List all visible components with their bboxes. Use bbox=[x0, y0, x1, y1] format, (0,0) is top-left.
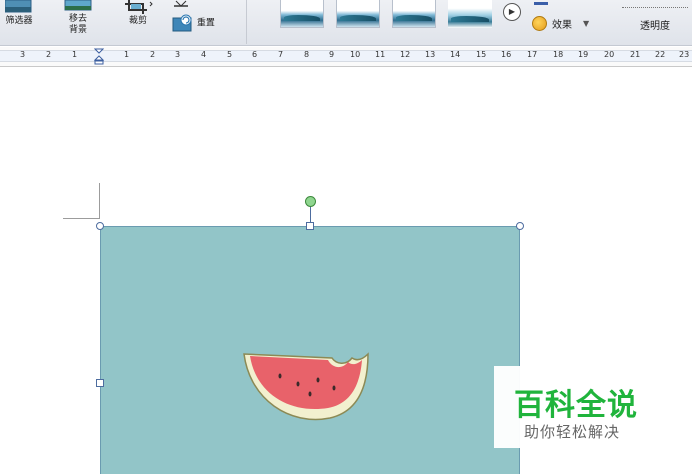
ruler-number: 16 bbox=[501, 50, 512, 59]
filters-label: 筛选器 bbox=[5, 16, 33, 26]
resize-handle-left[interactable] bbox=[96, 379, 104, 387]
ruler-number: 17 bbox=[527, 50, 538, 59]
ruler-number: 19 bbox=[578, 50, 589, 59]
resize-handle-top-right[interactable] bbox=[516, 222, 524, 230]
ruler-number: 2 bbox=[150, 50, 156, 59]
watermelon-icon bbox=[243, 352, 369, 421]
compress-button[interactable] bbox=[172, 0, 228, 12]
crop-icon bbox=[125, 0, 153, 14]
ruler-number: 23 bbox=[679, 50, 690, 59]
ruler-number: 1 bbox=[124, 50, 130, 59]
ribbon-separator bbox=[246, 0, 247, 44]
ruler-number: 9 bbox=[329, 50, 335, 59]
ruler-number: 3 bbox=[20, 50, 26, 59]
picture-style-thumb bbox=[340, 15, 376, 21]
watermark-subtitle: 助你轻松解决 bbox=[524, 423, 621, 441]
page-margin-mark bbox=[63, 218, 100, 219]
reset-picture-button[interactable]: 重置 bbox=[172, 14, 232, 32]
ruler-number: 15 bbox=[476, 50, 487, 59]
resize-handle-top-left[interactable] bbox=[96, 222, 104, 230]
ruler-number: 1 bbox=[72, 50, 78, 59]
ruler-number: 14 bbox=[450, 50, 461, 59]
remove-background-label-1: 移去 bbox=[68, 14, 87, 24]
picture-style-thumb bbox=[396, 15, 432, 21]
ruler-number: 3 bbox=[175, 50, 181, 59]
styles-gallery-next-button[interactable]: ▶ bbox=[503, 3, 521, 21]
transparency-slider[interactable] bbox=[622, 4, 688, 8]
picture-style-4[interactable] bbox=[448, 0, 492, 28]
rotation-handle[interactable] bbox=[305, 196, 316, 207]
ruler-number: 2 bbox=[46, 50, 52, 59]
picture-style-1[interactable] bbox=[280, 0, 324, 28]
ruler-number: 4 bbox=[201, 50, 207, 59]
ruler-number: 7 bbox=[278, 50, 284, 59]
watermark-title: 百科全说 bbox=[514, 388, 638, 423]
remove-background-button[interactable]: 移去 背景 bbox=[58, 0, 98, 36]
reset-picture-icon bbox=[172, 14, 192, 32]
ruler-number: 5 bbox=[227, 50, 233, 59]
effects-icon bbox=[532, 16, 547, 31]
ruler-number: 20 bbox=[604, 50, 615, 59]
picture-format-ribbon: 筛选器 移去 背景 裁剪 重置 ▶ 效果 ▼ 透明度 bbox=[0, 0, 692, 46]
page-margin-mark bbox=[99, 183, 100, 219]
crop-label: 裁剪 bbox=[128, 16, 147, 26]
play-arrow-icon: ▶ bbox=[508, 7, 516, 16]
indent-marker-icon[interactable] bbox=[94, 48, 104, 65]
picture-style-thumb bbox=[284, 15, 320, 21]
resize-handle-top[interactable] bbox=[306, 222, 314, 230]
ruler-number: 22 bbox=[655, 50, 666, 59]
picture-style-3[interactable] bbox=[392, 0, 436, 28]
picture-border-icon[interactable] bbox=[534, 2, 548, 5]
picture-style-2[interactable] bbox=[336, 0, 380, 28]
ruler-number: 12 bbox=[400, 50, 411, 59]
crop-button[interactable]: 裁剪 bbox=[116, 0, 160, 27]
remove-background-label-2: 背景 bbox=[68, 25, 87, 35]
effects-label: 效果 bbox=[552, 20, 572, 31]
ruler-number: 6 bbox=[252, 50, 258, 59]
effects-button[interactable]: 效果 ▼ bbox=[532, 16, 589, 31]
reset-picture-label: 重置 bbox=[196, 18, 215, 29]
transparency-label: 透明度 bbox=[640, 21, 670, 32]
filters-button[interactable]: 筛选器 bbox=[0, 0, 38, 27]
picture-style-thumb bbox=[451, 16, 489, 22]
ruler-number: 10 bbox=[350, 50, 361, 59]
chevron-down-icon: ▼ bbox=[583, 19, 590, 28]
remove-background-icon bbox=[64, 0, 92, 11]
ruler-number: 11 bbox=[375, 50, 386, 59]
ruler-number: 13 bbox=[425, 50, 436, 59]
filters-icon bbox=[5, 0, 32, 13]
watermark-logo: 百科全说 助你轻松解决 bbox=[494, 366, 654, 448]
compress-icon bbox=[174, 0, 188, 7]
ruler-number: 8 bbox=[304, 50, 310, 59]
ruler-number: 18 bbox=[553, 50, 564, 59]
ruler-number: 21 bbox=[630, 50, 641, 59]
